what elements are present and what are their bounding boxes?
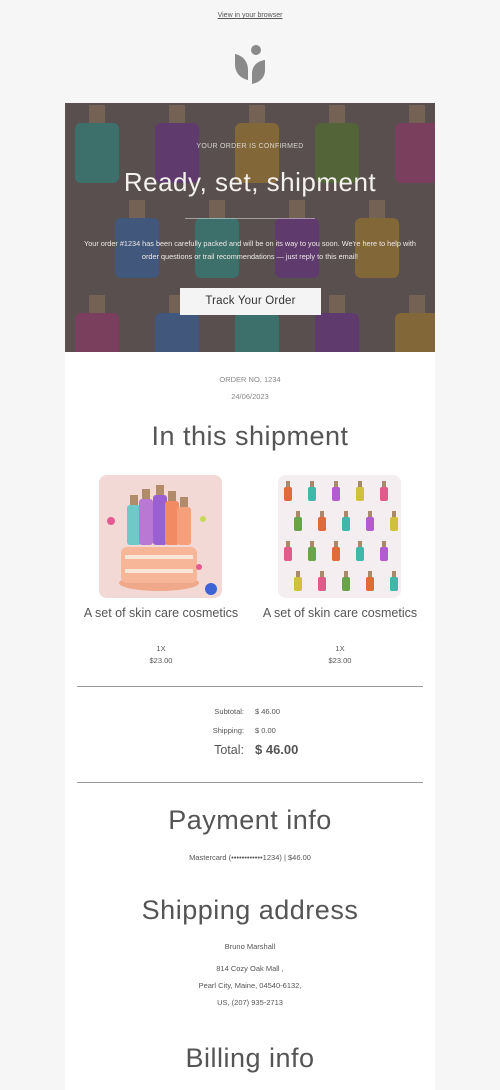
product-bottle bbox=[380, 487, 388, 501]
shipping-address-title: Shipping address bbox=[141, 895, 359, 925]
product-bottle-cap bbox=[286, 481, 290, 487]
product-bottle bbox=[366, 517, 374, 531]
product-bottle bbox=[332, 547, 340, 561]
product-bottle bbox=[390, 577, 398, 591]
order-date: 24/06/2023 bbox=[231, 392, 269, 401]
shipping-country-phone: US, (207) 935-2713 bbox=[217, 998, 283, 1007]
product-bottle bbox=[356, 487, 364, 501]
subtotal-value: $ 46.00 bbox=[255, 707, 281, 716]
product-bottle-cap bbox=[334, 541, 338, 547]
shipping-label: Shipping: bbox=[212, 726, 244, 735]
product-bottle-cap bbox=[310, 541, 314, 547]
product-bottle-cap bbox=[320, 571, 324, 577]
product-bottle-cap bbox=[368, 511, 372, 517]
product-bottle-cap bbox=[392, 511, 396, 517]
product-price: $23.00 bbox=[328, 656, 352, 665]
shipment-title: In this shipment bbox=[151, 421, 349, 451]
subtotal-label: Subtotal: bbox=[214, 707, 244, 716]
product-bottle-cap bbox=[296, 571, 300, 577]
total-value: $ 46.00 bbox=[255, 742, 299, 757]
hero-body-text: Your order #1234 has been carefully pack… bbox=[84, 239, 416, 261]
product-price: $23.00 bbox=[149, 656, 173, 665]
product-quantity: 1X bbox=[156, 644, 166, 653]
product-bottle-cap bbox=[392, 571, 396, 577]
product-bottle-cap bbox=[344, 571, 348, 577]
payment-method: Mastercard (••••••••••••1234) | $46.00 bbox=[189, 853, 311, 862]
product-bottle-cap bbox=[358, 481, 362, 487]
product-bottle-cap bbox=[286, 541, 290, 547]
product-bottle bbox=[284, 487, 292, 501]
divider bbox=[77, 686, 423, 687]
order-number: ORDER NO. 1234 bbox=[219, 375, 281, 384]
product-image[interactable] bbox=[99, 475, 222, 598]
email-card: YOUR ORDER IS CONFIRMED Ready, set, ship… bbox=[65, 103, 435, 1090]
hero-divider bbox=[185, 218, 315, 219]
product-bottle bbox=[366, 577, 374, 591]
product-bottle-cap bbox=[382, 541, 386, 547]
divider bbox=[77, 782, 423, 783]
product-bottle-cap bbox=[320, 511, 324, 517]
view-in-browser-link[interactable]: View in your browser bbox=[0, 12, 500, 19]
product-bottle-cap bbox=[310, 481, 314, 487]
shipping-value: $ 0.00 bbox=[255, 726, 276, 735]
hero-banner: YOUR ORDER IS CONFIRMED Ready, set, ship… bbox=[65, 103, 435, 352]
product-bottle-cap bbox=[358, 541, 362, 547]
product-bottle bbox=[342, 577, 350, 591]
track-order-button[interactable]: Track Your Order bbox=[180, 288, 321, 315]
hero-title: Ready, set, shipment bbox=[123, 167, 377, 197]
product-bottle bbox=[308, 547, 316, 561]
product-quantity: 1X bbox=[335, 644, 345, 653]
product-bottle-cap bbox=[368, 571, 372, 577]
product-bottle-cap bbox=[382, 481, 386, 487]
total-label: Total: bbox=[214, 743, 244, 757]
product-bottle bbox=[308, 487, 316, 501]
product-bottle-cap bbox=[296, 511, 300, 517]
product-bottle bbox=[294, 577, 302, 591]
product-bottle bbox=[332, 487, 340, 501]
product-name: A set of skin care cosmetics bbox=[262, 606, 418, 620]
billing-title: Billing info bbox=[185, 1043, 315, 1073]
top-bar: View in your browser bbox=[0, 0, 500, 40]
product-bottle-cap bbox=[334, 481, 338, 487]
product-bottle bbox=[318, 517, 326, 531]
shipping-street: 814 Cozy Oak Mall , bbox=[216, 964, 284, 973]
product-bottle-cap bbox=[344, 511, 348, 517]
product-bottle bbox=[318, 577, 326, 591]
product-bottle bbox=[380, 547, 388, 561]
product-bottle bbox=[284, 547, 292, 561]
shipping-name: Bruno Marshall bbox=[224, 942, 276, 951]
hero-eyebrow: YOUR ORDER IS CONFIRMED bbox=[196, 143, 304, 150]
product-bottle bbox=[294, 517, 302, 531]
product-name: A set of skin care cosmetics bbox=[83, 606, 239, 620]
product-bottle bbox=[356, 547, 364, 561]
product-bottle bbox=[342, 517, 350, 531]
shipping-city: Pearl City, Maine, 04540-6132, bbox=[198, 981, 302, 990]
product-bottle bbox=[390, 517, 398, 531]
payment-title: Payment info bbox=[168, 805, 332, 835]
product-image[interactable] bbox=[278, 475, 401, 598]
leaf-logo-icon[interactable] bbox=[232, 45, 268, 85]
